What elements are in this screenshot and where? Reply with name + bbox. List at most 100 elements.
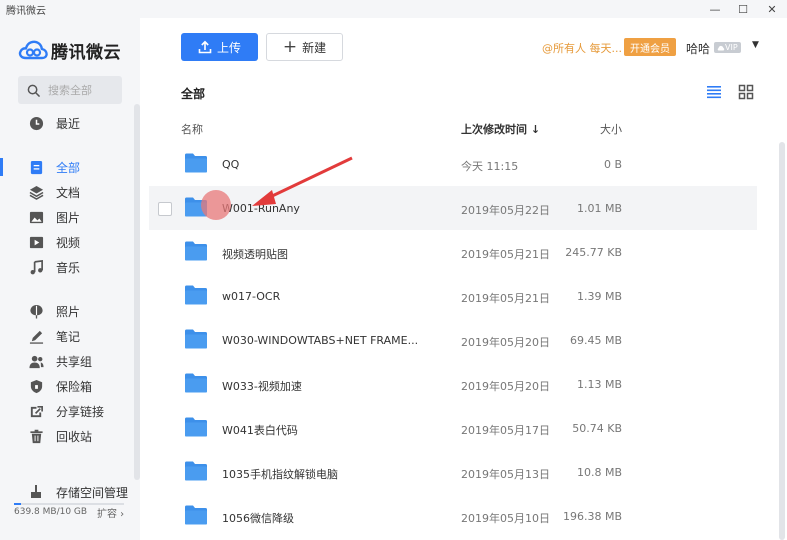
username[interactable]: 哈哈 xyxy=(686,40,710,57)
sidebar-item-notes[interactable]: 笔记 xyxy=(0,324,134,348)
sidebar-item-safe[interactable]: 保险箱 xyxy=(0,374,134,398)
folder-icon xyxy=(184,328,208,350)
share-icon xyxy=(28,403,44,419)
vip-badge-text: VIP xyxy=(725,43,738,52)
file-modified-time: 2019年05月13日 xyxy=(461,468,550,481)
plus-icon: + xyxy=(282,36,298,57)
file-size: 196.38 MB xyxy=(562,510,622,523)
folder-icon xyxy=(184,460,208,482)
file-modified-time: 2019年05月10日 xyxy=(461,512,550,525)
row-checkbox[interactable] xyxy=(158,202,172,216)
sidebar-item-group[interactable]: 共享组 xyxy=(0,349,134,373)
sidebar-item-docs[interactable]: 文档 xyxy=(0,180,134,204)
file-modified-time: 今天 11:15 xyxy=(461,160,519,173)
sidebar-item-trash[interactable]: 回收站 xyxy=(0,424,134,448)
sidebar-item-video[interactable]: 视频 xyxy=(0,230,134,254)
sidebar-item-label: 笔记 xyxy=(56,329,81,344)
file-row[interactable]: W030-WINDOWTABS+NET FRAME... 2019年05月20日 6… xyxy=(149,318,757,362)
file-name[interactable]: W001-RunAny xyxy=(222,202,300,215)
grid-view-icon[interactable] xyxy=(738,84,754,100)
cloud-logo-icon xyxy=(18,40,48,60)
file-modified-time: 2019年05月22日 xyxy=(461,204,550,217)
file-size: 245.77 KB xyxy=(565,246,622,259)
list-view-icon[interactable] xyxy=(706,84,722,100)
upload-label: 上传 xyxy=(216,40,241,55)
file-row[interactable]: W001-RunAny 2019年05月22日 1.01 MB xyxy=(149,186,757,230)
file-row[interactable]: W033-视频加速 2019年05月20日 1.13 MB xyxy=(149,362,757,406)
file-name[interactable]: 1056微信降级 xyxy=(222,510,294,526)
close-button[interactable]: ✕ xyxy=(757,0,787,18)
user-menu-caret-icon[interactable]: ▼ xyxy=(752,40,759,50)
file-list-scrollbar[interactable] xyxy=(779,142,785,540)
file-name[interactable]: W033-视频加速 xyxy=(222,378,302,394)
folder-icon xyxy=(184,152,208,174)
breadcrumb[interactable]: 全部 xyxy=(181,85,205,102)
file-modified-time: 2019年05月21日 xyxy=(461,292,550,305)
announcement-text[interactable]: @所有人 每天... xyxy=(542,40,622,56)
file-size: 1.13 MB xyxy=(576,378,622,391)
file-name[interactable]: 1035手机指纹解锁电脑 xyxy=(222,466,338,482)
file-row[interactable]: 1035手机指纹解锁电脑 2019年05月13日 10.8 MB xyxy=(149,450,757,494)
file-size: 0 B xyxy=(603,158,622,171)
top-toolbar: 上传 + 新建 @所有人 每天... 开通会员 哈哈 VIP ▼ xyxy=(140,18,787,74)
sidebar-item-share[interactable]: 分享链接 xyxy=(0,399,134,423)
app-logo: 腾讯微云 xyxy=(18,38,121,63)
storage-management-link[interactable]: 存储空间管理 xyxy=(0,480,134,504)
file-size: 1.01 MB xyxy=(576,202,622,215)
pen-icon xyxy=(28,328,44,344)
column-header-modified[interactable]: 上次修改时间 ↓ xyxy=(461,121,540,137)
file-name[interactable]: w017-OCR xyxy=(222,290,280,303)
expand-storage-link[interactable]: 扩容 › xyxy=(97,505,124,520)
search-box[interactable] xyxy=(18,76,122,104)
folder-icon xyxy=(184,240,208,262)
folder-icon xyxy=(184,416,208,438)
column-header-size[interactable]: 大小 xyxy=(600,121,622,137)
upload-button[interactable]: 上传 xyxy=(181,33,258,61)
file-modified-time: 2019年05月17日 xyxy=(461,424,550,437)
file-name[interactable]: W041表白代码 xyxy=(222,422,298,438)
sidebar-scrollbar[interactable] xyxy=(134,104,140,480)
file-size: 69.45 MB xyxy=(569,334,622,347)
search-icon xyxy=(27,84,40,97)
sidebar-item-label: 全部 xyxy=(56,160,81,175)
file-name[interactable]: 视频透明贴图 xyxy=(222,246,288,262)
sidebar-item-label: 视频 xyxy=(56,235,81,250)
sidebar-item-recent[interactable]: 最近 xyxy=(0,111,134,135)
folder-icon xyxy=(184,372,208,394)
sidebar-item-all[interactable]: 全部 xyxy=(0,155,134,179)
file-name[interactable]: W030-WINDOWTABS+NET FRAME... xyxy=(222,334,418,347)
column-header-name[interactable]: 名称 xyxy=(181,121,203,137)
broom-icon xyxy=(28,485,44,499)
music-icon xyxy=(28,259,44,275)
sidebar-item-photos[interactable]: 照片 xyxy=(0,299,134,323)
sidebar-item-label: 图片 xyxy=(56,210,81,225)
shield-icon xyxy=(28,378,44,394)
balloon-icon xyxy=(28,303,44,319)
file-modified-time: 2019年05月20日 xyxy=(461,336,550,349)
file-size: 1.39 MB xyxy=(576,290,622,303)
new-label: 新建 xyxy=(302,40,327,55)
storage-usage-text: 639.8 MB/10 GB xyxy=(14,507,88,517)
sidebar-item-music[interactable]: 音乐 xyxy=(0,255,134,279)
sidebar-item-label: 保险箱 xyxy=(56,379,93,394)
minimize-button[interactable]: — xyxy=(700,0,730,18)
file-row[interactable]: QQ 今天 11:15 0 B xyxy=(149,142,757,186)
open-membership-button[interactable]: 开通会员 xyxy=(624,38,676,56)
file-row[interactable]: 1056微信降级 2019年05月10日 196.38 MB xyxy=(149,494,757,538)
window-title: 腾讯微云 xyxy=(6,6,46,17)
file-row[interactable]: 视频透明贴图 2019年05月21日 245.77 KB xyxy=(149,230,757,274)
file-row[interactable]: w017-OCR 2019年05月21日 1.39 MB xyxy=(149,274,757,318)
storage-label: 存储空间管理 xyxy=(56,485,129,500)
file-modified-time: 2019年05月20日 xyxy=(461,380,550,393)
sidebar: 腾讯微云 最近 全部 文档 图片 视频 xyxy=(0,18,140,540)
new-button[interactable]: + 新建 xyxy=(266,33,343,61)
video-icon xyxy=(28,234,44,250)
sidebar-item-images[interactable]: 图片 xyxy=(0,205,134,229)
search-input[interactable] xyxy=(48,83,118,97)
file-name[interactable]: QQ xyxy=(222,158,239,171)
sidebar-item-label: 音乐 xyxy=(56,260,81,275)
file-row[interactable]: W041表白代码 2019年05月17日 50.74 KB xyxy=(149,406,757,450)
maximize-button[interactable]: ☐ xyxy=(728,0,758,18)
app-name: 腾讯微云 xyxy=(51,42,121,63)
cloud-badge-icon xyxy=(717,45,725,50)
